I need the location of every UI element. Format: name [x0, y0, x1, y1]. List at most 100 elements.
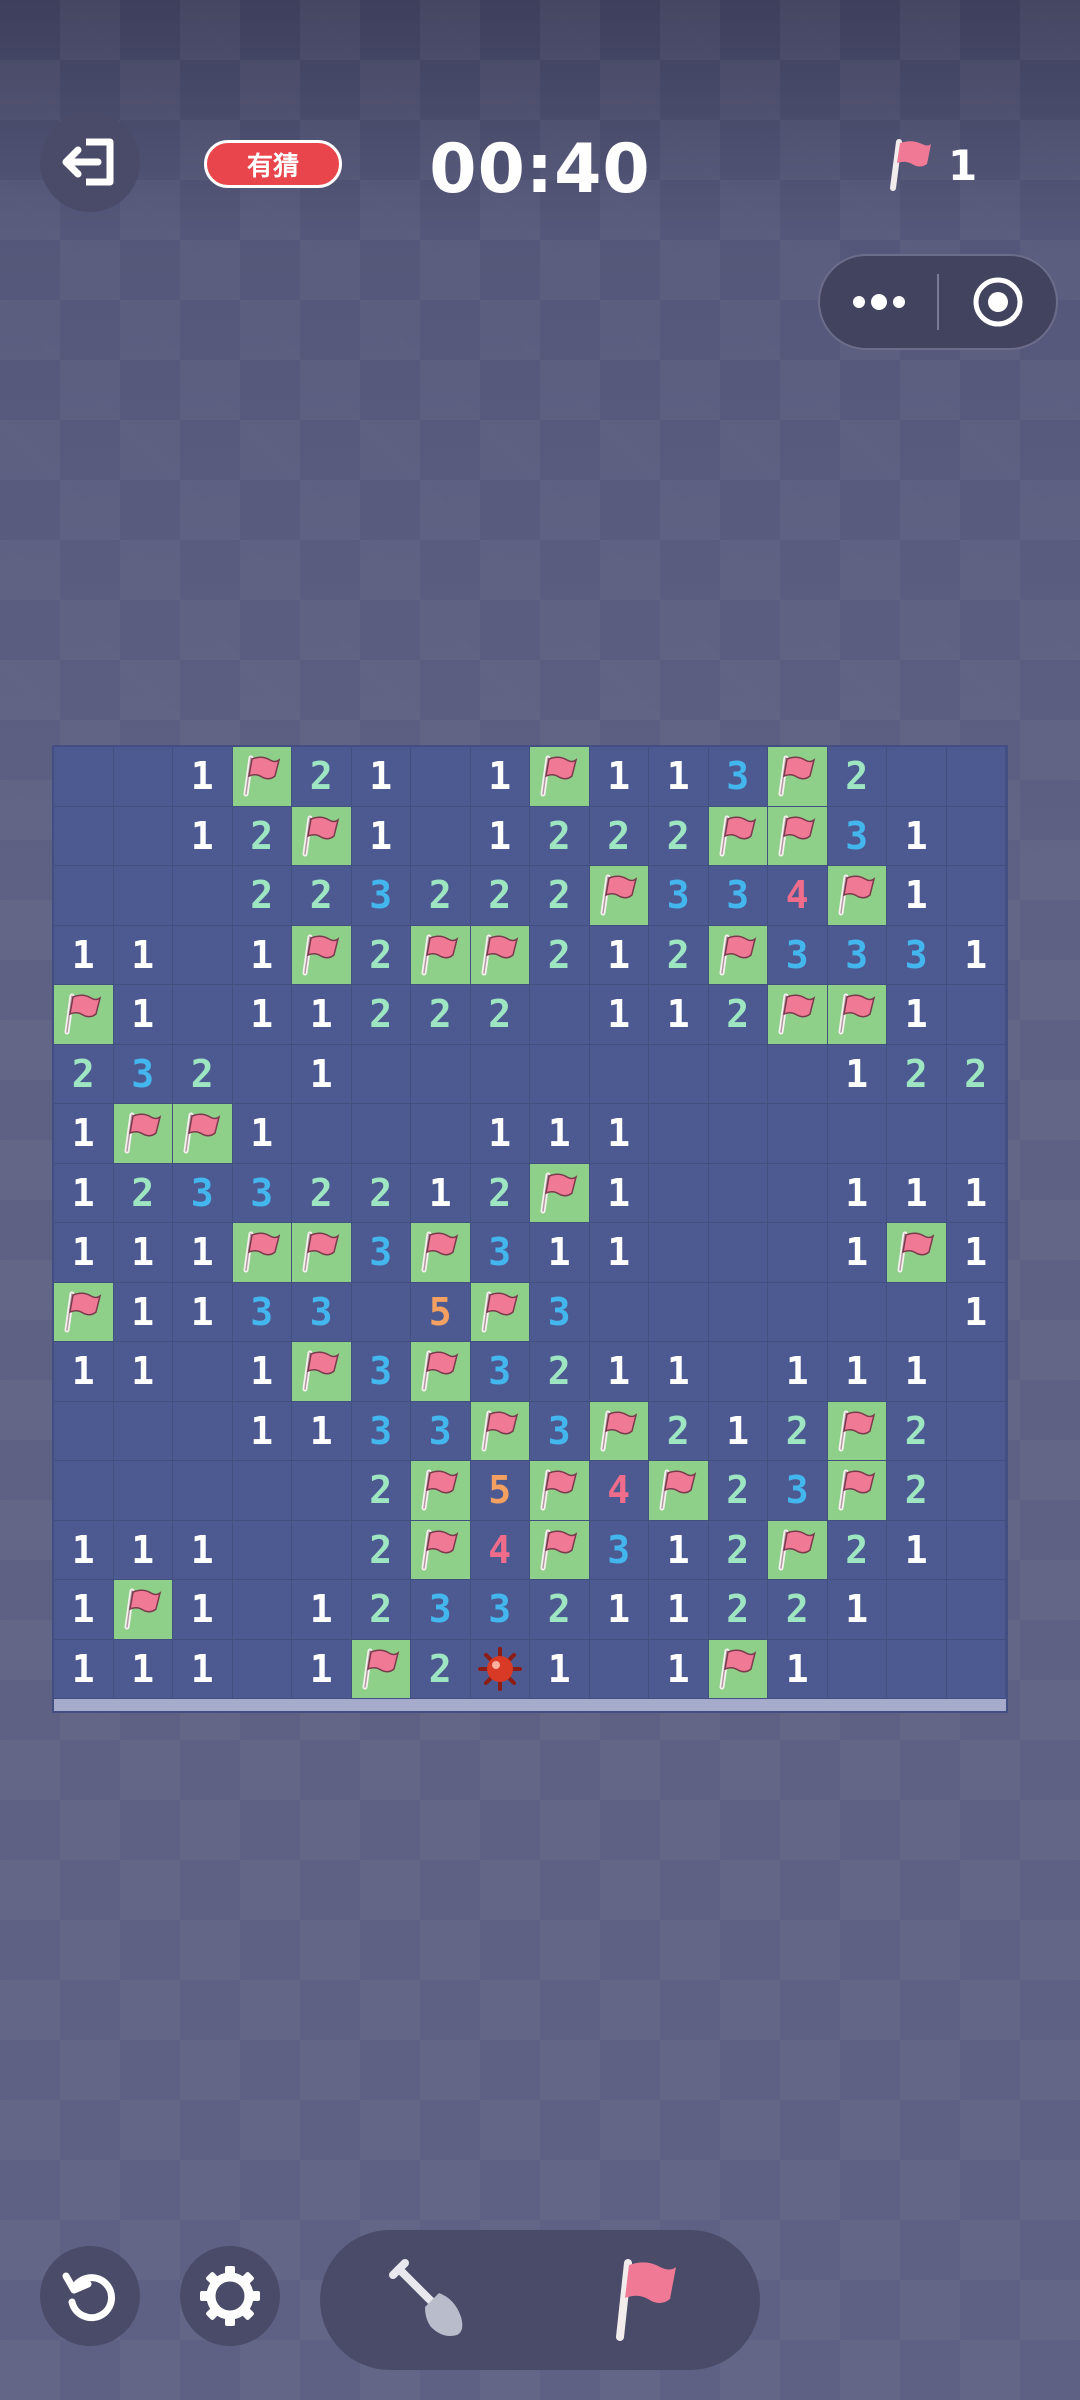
- board-cell[interactable]: [708, 1282, 768, 1342]
- board-cell[interactable]: [649, 1282, 709, 1342]
- board-cell[interactable]: [708, 1342, 768, 1402]
- board-cell-number[interactable]: 1: [54, 1223, 114, 1283]
- board-cell-number[interactable]: 3: [708, 747, 768, 807]
- board-cell-number[interactable]: 2: [530, 806, 590, 866]
- board-cell-number[interactable]: 1: [470, 1104, 530, 1164]
- board-cell[interactable]: [649, 1044, 709, 1104]
- board-cell-number[interactable]: 3: [411, 1580, 471, 1640]
- board-cell-number[interactable]: 4: [470, 1520, 530, 1580]
- board-cell[interactable]: [946, 1639, 1006, 1699]
- board-cell-number[interactable]: 1: [113, 1342, 173, 1402]
- board-cell-number[interactable]: 2: [530, 925, 590, 985]
- board-cell-number[interactable]: 1: [589, 985, 649, 1045]
- board-cell-number[interactable]: 1: [827, 1580, 887, 1640]
- board-cell-number[interactable]: 3: [589, 1520, 649, 1580]
- board-cell-number[interactable]: 1: [649, 1639, 709, 1699]
- board-cell-number[interactable]: 1: [887, 806, 947, 866]
- board-cell-number[interactable]: 2: [708, 1461, 768, 1521]
- board-cell-flagged[interactable]: [530, 747, 590, 807]
- board-cell-number[interactable]: 2: [411, 985, 471, 1045]
- board-cell-flagged[interactable]: [589, 866, 649, 926]
- board-cell-flagged[interactable]: [827, 866, 887, 926]
- board-cell-number[interactable]: 2: [470, 1163, 530, 1223]
- board-cell-number[interactable]: 1: [173, 1282, 233, 1342]
- board-cell-flagged[interactable]: [292, 806, 352, 866]
- board-cell-number[interactable]: 1: [54, 1104, 114, 1164]
- board-cell-number[interactable]: 3: [292, 1282, 352, 1342]
- board-cell[interactable]: [351, 1282, 411, 1342]
- board-cell[interactable]: [768, 1163, 828, 1223]
- board-cell-number[interactable]: 1: [649, 985, 709, 1045]
- board-cell-number[interactable]: 3: [887, 925, 947, 985]
- board-cell[interactable]: [173, 985, 233, 1045]
- board-cell[interactable]: [113, 747, 173, 807]
- board-cell-number[interactable]: 1: [351, 806, 411, 866]
- board-cell-number[interactable]: 1: [708, 1401, 768, 1461]
- board-cell-number[interactable]: 1: [173, 747, 233, 807]
- board-cell-number[interactable]: 1: [292, 1044, 352, 1104]
- board-cell[interactable]: [946, 1342, 1006, 1402]
- board-cell-number[interactable]: 1: [887, 1163, 947, 1223]
- board-cell-number[interactable]: 2: [292, 1163, 352, 1223]
- close-miniprogram-button[interactable]: [939, 256, 1056, 348]
- board-cell-number[interactable]: 3: [470, 1580, 530, 1640]
- board-cell-number[interactable]: 2: [530, 1580, 590, 1640]
- board-cell-number[interactable]: 1: [589, 1104, 649, 1164]
- board-cell-flagged[interactable]: [411, 1520, 471, 1580]
- board-cell-number[interactable]: 1: [54, 1342, 114, 1402]
- board-cell-number[interactable]: 1: [113, 1520, 173, 1580]
- board-cell[interactable]: [827, 1639, 887, 1699]
- board-cell-flagged[interactable]: [827, 985, 887, 1045]
- board-cell-number[interactable]: 2: [470, 866, 530, 926]
- board-cell-number[interactable]: 1: [54, 925, 114, 985]
- board-cell-number[interactable]: 1: [113, 1282, 173, 1342]
- board-cell-number[interactable]: 1: [530, 1223, 590, 1283]
- board-cell-number[interactable]: 1: [173, 1639, 233, 1699]
- board-cell[interactable]: [411, 1044, 471, 1104]
- board-cell-number[interactable]: 5: [470, 1461, 530, 1521]
- board-cell[interactable]: [708, 1104, 768, 1164]
- board-cell-number[interactable]: 1: [589, 747, 649, 807]
- board-cell-number[interactable]: 2: [351, 925, 411, 985]
- board-cell-number[interactable]: 2: [708, 1580, 768, 1640]
- board-cell-number[interactable]: 1: [232, 1401, 292, 1461]
- board-cell-number[interactable]: 1: [887, 866, 947, 926]
- board-cell-number[interactable]: 3: [113, 1044, 173, 1104]
- board-cell[interactable]: [232, 1580, 292, 1640]
- board-cell-flagged[interactable]: [292, 1342, 352, 1402]
- board-cell-number[interactable]: 1: [232, 985, 292, 1045]
- board-cell-number[interactable]: 3: [232, 1163, 292, 1223]
- board-cell-number[interactable]: 3: [411, 1401, 471, 1461]
- board-cell-number[interactable]: 1: [470, 747, 530, 807]
- board-cell-number[interactable]: 1: [411, 1163, 471, 1223]
- board-cell-flagged[interactable]: [470, 1401, 530, 1461]
- board-cell[interactable]: [946, 866, 1006, 926]
- board-cell-number[interactable]: 1: [292, 1401, 352, 1461]
- board-cell-number[interactable]: 1: [827, 1223, 887, 1283]
- board-cell-number[interactable]: 1: [54, 1163, 114, 1223]
- board-cell-number[interactable]: 2: [351, 1520, 411, 1580]
- board-cell-number[interactable]: 3: [232, 1282, 292, 1342]
- board-cell[interactable]: [470, 1044, 530, 1104]
- board-cell[interactable]: [708, 1044, 768, 1104]
- board-cell-number[interactable]: 2: [232, 806, 292, 866]
- board-cell-number[interactable]: 2: [589, 806, 649, 866]
- board-cell[interactable]: [54, 1461, 114, 1521]
- board-cell-flagged[interactable]: [54, 985, 114, 1045]
- board-cell-number[interactable]: 3: [768, 925, 828, 985]
- board-cell-number[interactable]: 3: [768, 1461, 828, 1521]
- board-cell-number[interactable]: 2: [411, 1639, 471, 1699]
- exit-button[interactable]: [40, 112, 140, 212]
- board-cell-number[interactable]: 1: [351, 747, 411, 807]
- board-cell[interactable]: [946, 806, 1006, 866]
- board-cell-number[interactable]: 1: [173, 1520, 233, 1580]
- board-cell-number[interactable]: 2: [649, 1401, 709, 1461]
- board-cell-number[interactable]: 2: [708, 1520, 768, 1580]
- board-cell-number[interactable]: 2: [470, 985, 530, 1045]
- board-cell-number[interactable]: 1: [292, 1580, 352, 1640]
- board-cell-flagged[interactable]: [292, 925, 352, 985]
- board-cell[interactable]: [54, 747, 114, 807]
- board-cell-number[interactable]: 2: [351, 1461, 411, 1521]
- board-cell-number[interactable]: 2: [54, 1044, 114, 1104]
- board-cell-number[interactable]: 5: [411, 1282, 471, 1342]
